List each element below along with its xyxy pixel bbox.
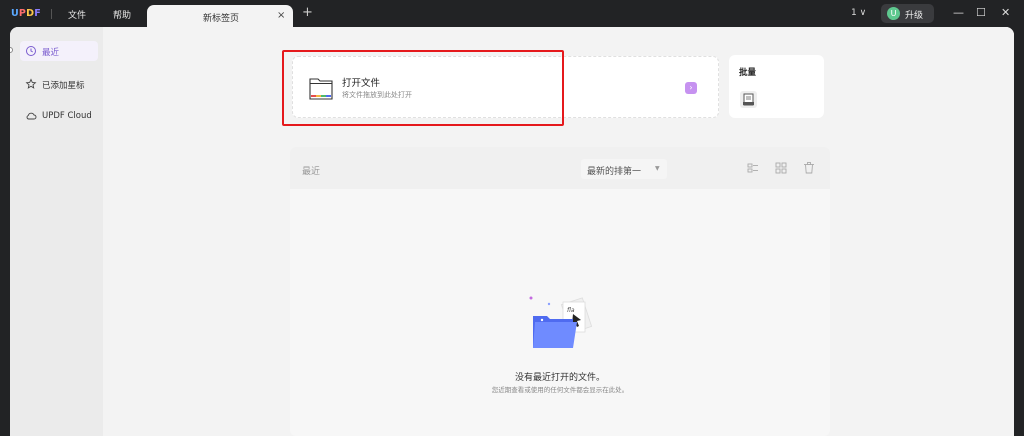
recent-title: 最近 [302,167,321,177]
recent-header: 最近 最新的排第一 ▼ [290,147,830,189]
app-window: 最近 已添加星标 UPDF Cloud 打开文件 将文件拖放到此处打开 › 批量… [10,27,1014,436]
updf-logo: UPDF [11,8,41,19]
add-tab-icon[interactable]: + [302,5,313,20]
close-window-icon[interactable]: ✕ [1001,6,1010,19]
batch-icon [740,91,757,108]
sort-label: 最新的排第一 [587,167,642,177]
empty-state-subtitle: 您近期查看或使用的任何文件都会显示在此处。 [491,386,629,394]
batch-card[interactable]: 批量 [729,55,824,118]
chevron-down-icon: ▼ [655,165,660,172]
menu-help[interactable]: 帮助 [113,8,131,21]
menu-file[interactable]: 文件 [68,8,86,21]
divider [51,9,52,19]
tab-new[interactable]: 新标签页 × [147,5,293,28]
sort-dropdown[interactable]: 最新的排第一 ▼ [581,159,667,179]
grid-view-icon[interactable] [774,161,788,175]
svg-text:fla: fla [567,307,575,314]
highlight-box [282,50,564,126]
batch-title: 批量 [739,68,757,78]
upgrade-button[interactable]: U 升级 [881,4,934,23]
tab-label: 新标签页 [203,14,240,24]
cloud-icon [26,112,37,120]
sidebar-item-starred[interactable]: 已添加星标 [20,74,98,94]
empty-state-title: 没有最近打开的文件。 [514,373,605,383]
sidebar-item-label: UPDF Cloud [42,111,92,121]
sidebar-handle[interactable] [10,47,13,53]
version-dropdown[interactable]: 1 ∨ [851,8,866,18]
upgrade-label: 升级 [905,11,924,21]
empty-state-illustration: fla [529,296,593,348]
sidebar: 最近 已添加星标 UPDF Cloud [10,27,103,436]
trash-icon[interactable] [802,161,816,175]
recent-files-panel: 最近 最新的排第一 ▼ fla 没有最近打开的文件。 您近期查看或使用的任何文件… [290,147,830,436]
sidebar-item-recent[interactable]: 最近 [20,41,98,61]
main-content: 打开文件 将文件拖放到此处打开 › 批量 最近 最新的排第一 ▼ fla 没有最… [103,27,1014,436]
sidebar-item-label: 最近 [42,48,60,58]
maximize-icon[interactable]: ☐ [976,6,986,19]
sidebar-item-cloud[interactable]: UPDF Cloud [20,106,98,126]
avatar: U [887,7,900,20]
chevron-right-icon[interactable]: › [685,82,697,94]
close-tab-icon[interactable]: × [277,10,285,21]
list-view-icon[interactable] [746,161,760,175]
sidebar-item-label: 已添加星标 [42,81,85,91]
minimize-icon[interactable]: — [953,6,964,19]
title-bar: UPDF 文件 帮助 新标签页 × + 1 ∨ U 升级 — ☐ ✕ [0,0,1024,28]
star-icon [25,78,37,89]
clock-icon [26,46,36,56]
